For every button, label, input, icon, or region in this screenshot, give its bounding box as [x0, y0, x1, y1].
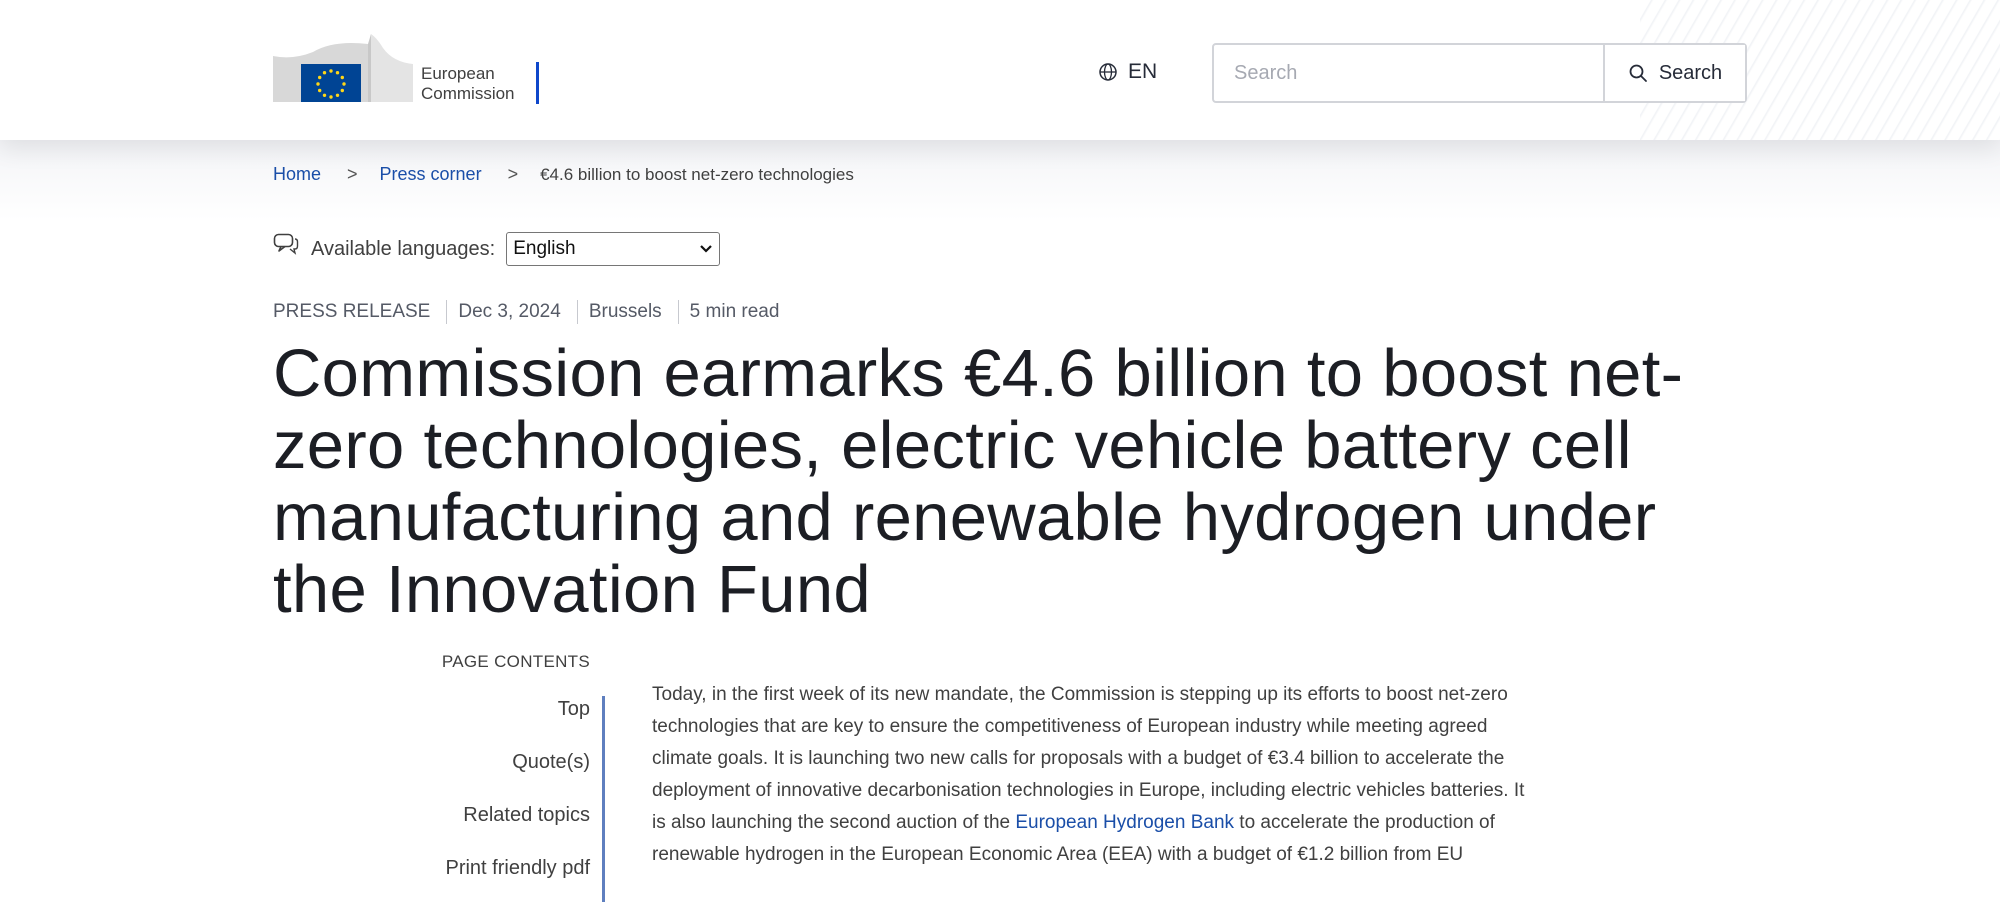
meta-divider	[446, 300, 448, 324]
page-title: Commission earmarks €4.6 billion to boos…	[273, 336, 1684, 627]
meta-divider	[576, 300, 578, 324]
page-contents-nav: PAGE CONTENTS Top Quote(s) Related topic…	[400, 652, 590, 910]
breadcrumb-chevron-icon: >	[507, 164, 519, 184]
breadcrumb-current: €4.6 billion to boost net-zero technolog…	[540, 164, 854, 184]
language-select[interactable]: English	[506, 232, 721, 266]
search-icon	[1629, 64, 1647, 82]
breadcrumb-press-corner[interactable]: Press corner	[380, 164, 482, 185]
article-type: PRESS RELEASE	[273, 301, 431, 322]
search-input[interactable]	[1214, 45, 1603, 101]
logo-text-line2: Commission	[421, 84, 515, 103]
chevron-down-icon	[700, 245, 712, 253]
logo-text: European Commission	[421, 64, 515, 104]
page-contents-list: Top Quote(s) Related topics Print friend…	[400, 698, 590, 910]
breadcrumb-chevron-icon: >	[347, 164, 358, 184]
article-body: Today, in the first week of its new mand…	[652, 679, 1532, 871]
meta-divider	[677, 300, 679, 324]
search-button-label: Search	[1658, 61, 1723, 84]
article-meta: PRESS RELEASE Dec 3, 2024 Brussels 5 min…	[273, 300, 779, 324]
logo-accent-bar	[536, 62, 539, 104]
search-form: Search	[1212, 43, 1747, 103]
european-commission-logo[interactable]: European Commission	[273, 34, 543, 106]
breadcrumb: Home > Press corner > €4.6 billion to bo…	[273, 164, 854, 185]
body-text-before-link: Today, in the first week of its new mand…	[652, 684, 1525, 833]
globe-icon	[1099, 63, 1117, 81]
page-contents-heading: PAGE CONTENTS	[441, 652, 590, 671]
logo-text-line1: European	[421, 64, 495, 83]
breadcrumb-home[interactable]: Home	[273, 164, 321, 185]
language-code: EN	[1128, 60, 1158, 83]
page-contents-item-top[interactable]: Top	[400, 698, 590, 751]
article-date: Dec 3, 2024	[458, 301, 561, 322]
page-contents-divider	[602, 696, 605, 902]
european-hydrogen-bank-link[interactable]: European Hydrogen Bank	[1015, 812, 1234, 833]
page-contents-item-related-topics[interactable]: Related topics	[400, 804, 590, 857]
available-languages-label: Available languages:	[311, 237, 496, 260]
language-select-value: English	[513, 238, 576, 259]
article-location: Brussels	[588, 301, 662, 322]
eu-flag-logo-icon	[273, 34, 413, 102]
page-contents-item-print-pdf[interactable]: Print friendly pdf	[400, 857, 590, 910]
site-header: European Commission EN Search	[0, 0, 2000, 140]
available-languages: Available languages: English	[273, 232, 721, 266]
page-contents-item-quotes[interactable]: Quote(s)	[400, 751, 590, 804]
language-switcher[interactable]: EN	[1098, 60, 1157, 84]
article-read-time: 5 min read	[689, 301, 780, 322]
search-button[interactable]: Search	[1603, 45, 1745, 101]
speech-bubble-icon	[273, 233, 299, 255]
